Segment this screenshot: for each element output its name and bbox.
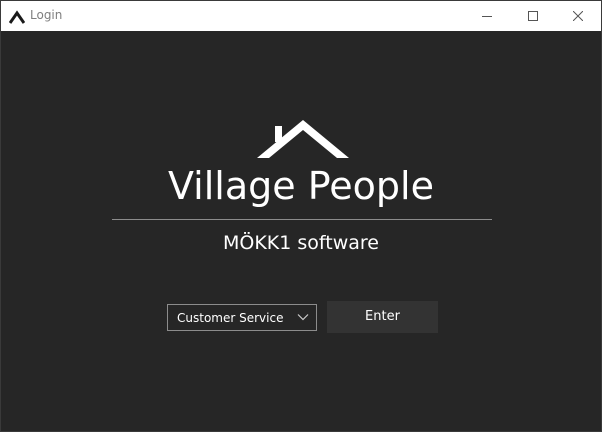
role-dropdown-value: Customer Service <box>177 311 284 325</box>
window-title: Login <box>30 8 63 22</box>
app-subtitle: MÖKK1 software <box>223 232 379 254</box>
close-icon <box>573 11 583 21</box>
house-roof-icon <box>257 120 349 158</box>
maximize-button[interactable] <box>510 1 556 31</box>
app-title: Village People <box>168 164 434 208</box>
title-divider <box>112 219 492 220</box>
enter-button[interactable]: Enter <box>327 301 438 333</box>
role-dropdown[interactable]: Customer Service <box>167 304 317 331</box>
app-logo-icon <box>8 9 26 24</box>
chevron-down-icon <box>297 314 309 321</box>
minimize-icon <box>482 16 492 17</box>
maximize-icon <box>528 11 538 21</box>
close-button[interactable] <box>555 1 601 31</box>
minimize-button[interactable] <box>464 1 510 31</box>
login-panel: Village People MÖKK1 software Customer S… <box>1 31 601 431</box>
login-window: Login Village People MÖKK1 software Cust… <box>0 0 602 432</box>
title-bar[interactable]: Login <box>1 1 601 31</box>
